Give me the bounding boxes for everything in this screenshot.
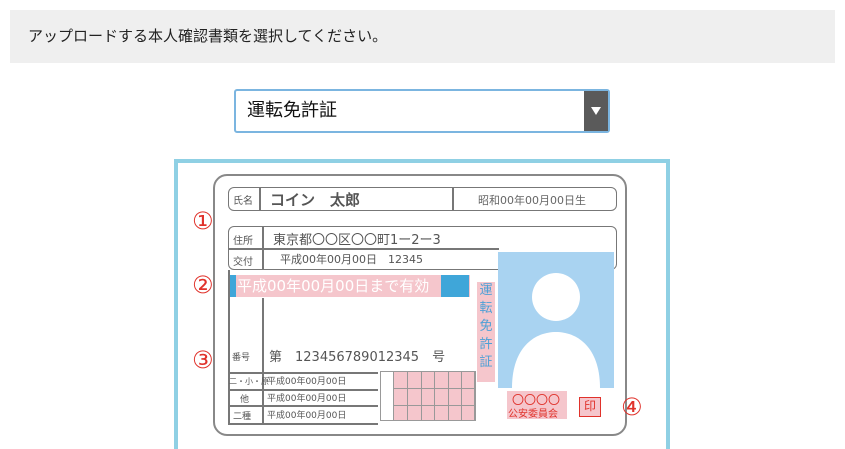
person-silhouette-icon bbox=[512, 273, 600, 388]
class-row-date: 平成00年00月00日 bbox=[267, 394, 347, 404]
number-label: 番号 bbox=[232, 353, 251, 363]
photo-placeholder bbox=[498, 252, 614, 388]
document-type-selected: 運転免許証 bbox=[247, 100, 337, 121]
commission-label: 公安委員会 bbox=[508, 409, 558, 420]
class-row-date: 平成00年00月00日 bbox=[267, 377, 347, 387]
license-class-grid bbox=[393, 371, 475, 421]
divider bbox=[228, 270, 230, 425]
divider bbox=[229, 248, 499, 250]
instruction-text: アップロードする本人確認書類を選択してください。 bbox=[28, 27, 388, 45]
issue-label: 交付 bbox=[233, 257, 253, 268]
address-value: 東京都〇〇区〇〇町1ー2ー3 bbox=[273, 233, 441, 248]
name-label: 氏名 bbox=[233, 196, 253, 207]
divider bbox=[228, 423, 378, 425]
marker-2: ② bbox=[192, 271, 214, 299]
marker-4: ④ bbox=[621, 393, 643, 421]
divider bbox=[228, 405, 378, 407]
chevron-down-icon bbox=[591, 107, 601, 115]
class-row-label: 他 bbox=[240, 395, 250, 405]
document-type-select[interactable]: 運転免許証 bbox=[234, 89, 610, 133]
instruction-banner: アップロードする本人確認書類を選択してください。 bbox=[10, 10, 835, 63]
marker-1: ① bbox=[192, 207, 214, 235]
validity-text: 平成00年00月00日まで有効 bbox=[237, 277, 430, 295]
validity-bar-right bbox=[441, 275, 469, 297]
number-value: 第 123456789012345 号 bbox=[269, 350, 446, 365]
class-row-label: 二・小・原 bbox=[229, 377, 269, 386]
license-vertical-title: 運 転 免 許 証 bbox=[477, 282, 495, 382]
divider bbox=[452, 188, 454, 210]
seal-stamp: 印 bbox=[579, 397, 601, 417]
class-row-date: 平成00年00月00日 bbox=[267, 411, 347, 421]
name-value: コイン 太郎 bbox=[270, 191, 361, 209]
dropdown-arrow-button[interactable] bbox=[584, 91, 608, 131]
divider bbox=[262, 227, 264, 269]
class-row-label: 二種 bbox=[233, 412, 252, 422]
address-label: 住所 bbox=[233, 236, 253, 247]
issue-value: 平成00年00月00日 12345 bbox=[280, 253, 423, 266]
divider bbox=[259, 188, 261, 210]
birth-date: 昭和00年00月00日生 bbox=[478, 194, 586, 207]
marker-3: ③ bbox=[192, 346, 214, 374]
